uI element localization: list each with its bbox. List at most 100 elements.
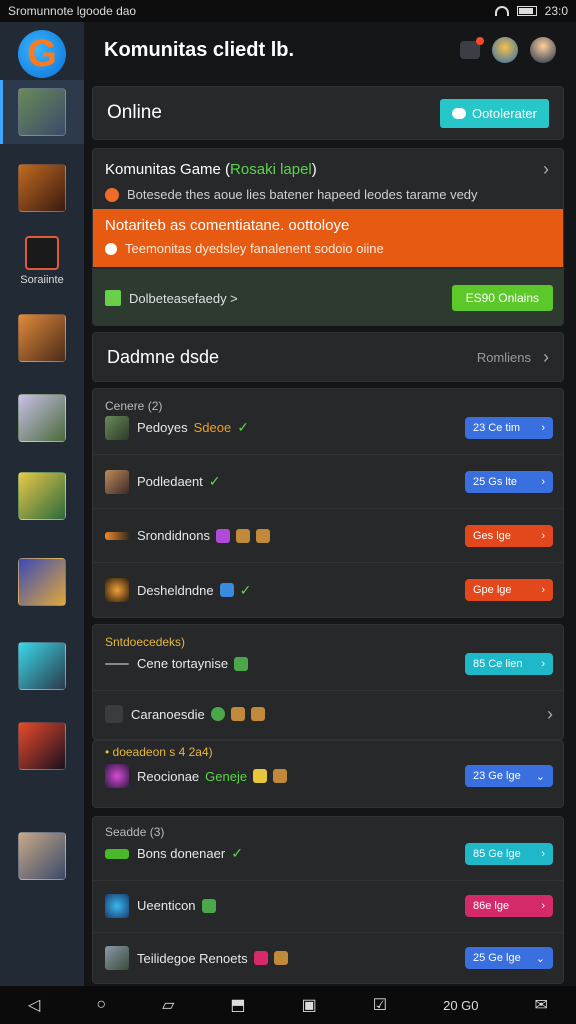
- game-thumb: [105, 531, 129, 540]
- online-count-button[interactable]: ES90 Onlains: [451, 285, 553, 311]
- list-item[interactable]: Srondidnons Ges lge ›: [93, 509, 563, 563]
- list-item[interactable]: Ueenticon 86e lge ›: [93, 879, 563, 933]
- sidebar-game-thumb-7[interactable]: [18, 642, 66, 690]
- list-item[interactable]: Pedoyes Sdeoe ✓ 23 Ce tim ›: [93, 401, 563, 455]
- group-card-1: Cenere (2) Pedoyes Sdeoe ✓ 23 Ce tim › Podl…: [92, 388, 564, 618]
- chevron-right-icon: ›: [541, 421, 545, 434]
- crossed-box-icon[interactable]: [25, 236, 59, 270]
- share-icon[interactable]: ⬒: [230, 995, 245, 1015]
- status-bar: Sromunnote lgoode dao 23:0: [0, 0, 576, 22]
- pill-label: 23 Ge lge: [473, 770, 521, 782]
- pill-label: 25 Ge lge: [473, 952, 521, 964]
- item-name: Pedoyes: [137, 420, 188, 435]
- status-pill[interactable]: 23 Ce tim ›: [465, 416, 553, 439]
- app-root: Sromunnote lgoode dao 23:0 G Soraiinte K…: [0, 0, 576, 1024]
- home-icon[interactable]: ○: [96, 996, 106, 1014]
- status-pill[interactable]: 86e lge ›: [465, 894, 553, 917]
- badge-icon: [273, 951, 288, 965]
- status-pill[interactable]: 25 Gs lte ›: [465, 470, 553, 493]
- badge-icon: [273, 769, 288, 783]
- game-thumb: [105, 469, 129, 494]
- sidebar-game-thumb-5[interactable]: [18, 472, 66, 520]
- community-title[interactable]: Komunitas Game (Rosaki lapel): [105, 161, 317, 178]
- game-thumb: [105, 848, 129, 859]
- status-icon: [105, 290, 121, 306]
- sidebar-game-thumb-8[interactable]: [18, 722, 66, 770]
- sidebar-label: Soraiinte: [20, 274, 64, 286]
- checkbox-icon[interactable]: ☑: [373, 995, 387, 1015]
- dash-icon: [105, 662, 129, 665]
- online-status-label: Dolbeteasefaedy >: [129, 290, 238, 306]
- wifi-icon: [494, 6, 509, 16]
- chevron-right-icon: ›: [541, 475, 545, 488]
- community-alert[interactable]: Notariteb as comentiatane. oottoloye Tee…: [93, 209, 563, 267]
- profile-avatar[interactable]: [530, 37, 556, 63]
- status-pill[interactable]: 23 Ge lge ⌄: [465, 765, 553, 787]
- page-title: Komunitas cliedt lb.: [104, 38, 295, 61]
- avatar-icon[interactable]: [492, 37, 518, 63]
- list-item[interactable]: Bons donenaer ✓ 85 Ge lge ›: [93, 827, 563, 881]
- status-pill[interactable]: 25 Ge lge ⌄: [465, 947, 553, 969]
- pill-label: 85 Ce lien: [473, 657, 523, 670]
- list-item[interactable]: Cene tortaynise 85 Ce lien ›: [93, 637, 563, 691]
- bookmark-icon[interactable]: ▣: [302, 995, 317, 1015]
- status-left-text: Sromunnote lgoode dao: [8, 4, 137, 18]
- book-icon[interactable]: ▱: [162, 995, 174, 1015]
- sidebar: G Soraiinte: [0, 22, 84, 986]
- section-title: Dadmne dsde: [107, 346, 220, 367]
- list-item[interactable]: Desheldndne ✓ Gpe lge ›: [93, 563, 563, 617]
- chat-button-label: Ootolerater: [471, 105, 537, 121]
- back-icon[interactable]: ◁: [28, 995, 40, 1015]
- sidebar-game-thumb-6[interactable]: [18, 558, 66, 606]
- item-name: Bons donenaer: [137, 846, 226, 861]
- online-card: Online Ootolerater: [92, 86, 564, 140]
- section-right-label: Romliens: [476, 349, 531, 365]
- header: Komunitas cliedt lb.: [84, 22, 576, 78]
- status-pill[interactable]: 85 Ce lien ›: [465, 652, 553, 675]
- chevron-right-icon[interactable]: ›: [547, 704, 553, 725]
- list-item[interactable]: Podledaent ✓ 25 Gs lte ›: [93, 455, 563, 509]
- list-item[interactable]: Teilidegoe Renoets 25 Ge lge ⌄: [93, 931, 563, 983]
- alert-icon: [105, 242, 117, 255]
- heart-icon: [105, 187, 119, 202]
- sidebar-game-thumb-1[interactable]: [18, 88, 66, 136]
- chevron-right-icon[interactable]: ›: [543, 159, 549, 180]
- nav-clock: 20 G0: [443, 997, 479, 1013]
- message-icon[interactable]: ✉: [535, 995, 548, 1015]
- badge-icon: [210, 707, 225, 721]
- pill-label: 85 Ge lge: [473, 847, 521, 860]
- community-subtitle: Botesede thes aoue lies batener hapeed l…: [105, 187, 478, 202]
- check-icon: ✓: [237, 419, 249, 435]
- sidebar-game-thumb-2[interactable]: [18, 164, 66, 212]
- notification-icon[interactable]: [460, 37, 484, 59]
- chat-button[interactable]: Ootolerater: [439, 98, 549, 128]
- online-status-row: Dolbeteasefaedy > ES90 Onlains: [93, 269, 563, 325]
- sidebar-game-thumb-3[interactable]: [18, 314, 66, 362]
- item-name: Reocionae: [137, 768, 200, 784]
- section-header[interactable]: Dadmne dsde Romliens ›: [92, 332, 564, 382]
- list-item[interactable]: Reocionae Geneje 23 Ge lge ⌄: [93, 749, 563, 803]
- status-pill[interactable]: Ges lge ›: [465, 524, 553, 547]
- sidebar-game-thumb-9[interactable]: [18, 832, 66, 880]
- group-card-3: • doeadeon s 4 2a4) Reocionae Geneje 23 G…: [92, 740, 564, 808]
- item-name: Teilidegoe Renoets: [137, 950, 248, 966]
- group-card-2: Sntdoecedeks) Cene tortaynise 85 Ce lien…: [92, 624, 564, 740]
- list-item[interactable]: Caranoesdie ›: [93, 687, 563, 739]
- chevron-right-icon: ›: [541, 584, 545, 596]
- item-name: Caranoesdie: [131, 706, 205, 722]
- chevron-right-icon: ›: [541, 657, 545, 670]
- chevron-down-icon: ⌄: [535, 952, 545, 965]
- item-name: Desheldndne: [137, 582, 214, 598]
- badge-icon: [216, 528, 230, 543]
- app-logo[interactable]: G: [18, 30, 66, 78]
- group-card-4: Seadde (3) Bons donenaer ✓ 85 Ge lge › Uee…: [92, 816, 564, 984]
- item-name: Ueenticon: [137, 898, 196, 913]
- status-pill[interactable]: 85 Ge lge ›: [465, 842, 553, 865]
- alert-title: Notariteb as comentiatane. oottoloye: [105, 217, 350, 234]
- check-icon: ✓: [239, 581, 252, 598]
- item-tag: Geneje: [205, 768, 248, 784]
- status-pill[interactable]: Gpe lge ›: [465, 579, 553, 601]
- item-tag: Sdeoe: [193, 420, 232, 435]
- sidebar-game-thumb-4[interactable]: [18, 394, 66, 442]
- game-thumb: [105, 578, 129, 602]
